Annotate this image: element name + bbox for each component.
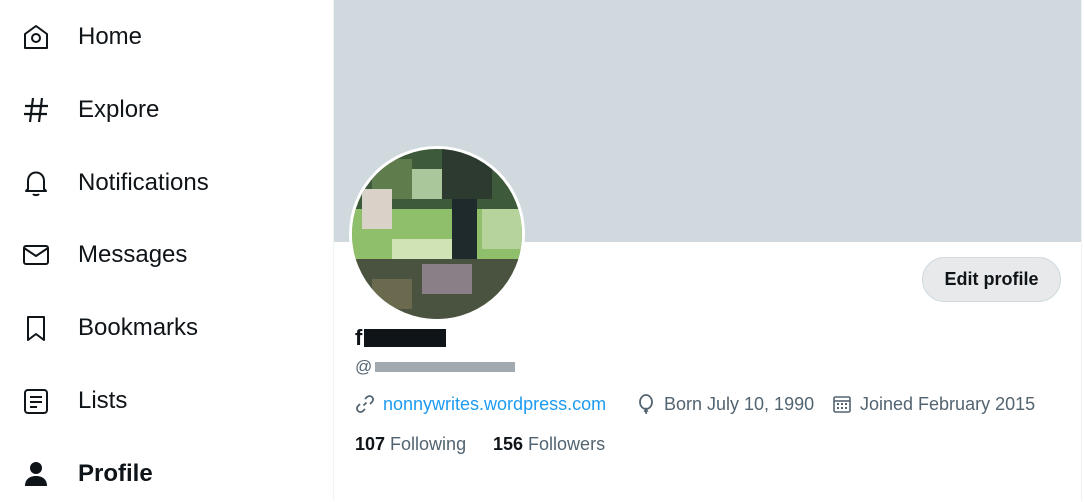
website-link[interactable]: nonnywrites.wordpress.com [383,394,606,415]
sidebar-item-bookmarks[interactable]: Bookmarks [0,300,300,356]
redacted-handle-block [375,362,516,372]
joined-text: Joined February 2015 [860,393,1036,414]
sidebar-item-home[interactable]: Home [0,9,300,65]
sidebar-item-label: Messages [78,241,188,268]
profile-joined: Joined February 2015 [832,391,1035,417]
sidebar-item-label: Explore [78,96,160,123]
profile-person-icon [20,458,52,490]
lists-icon [20,385,52,417]
sidebar-item-lists[interactable]: Lists [0,373,300,429]
display-name-text: f [355,325,363,350]
following-count: 107 [355,433,386,454]
sidebar-item-messages[interactable]: Messages [0,227,300,283]
followers-label: Followers [528,433,606,454]
birthday-text: Born July 10, 1990 [664,393,815,414]
profile-avatar[interactable] [349,146,525,322]
messages-envelope-icon [20,239,52,271]
followers-count: 156 [493,433,524,454]
followers-stat[interactable]: 156 Followers [493,432,605,456]
sidebar-nav: Home Explore Notifications Messages Book… [0,0,333,501]
calendar-icon [832,394,852,414]
sidebar-item-label: Profile [78,460,153,487]
sidebar-item-label: Lists [78,387,128,414]
following-stat[interactable]: 107 Following [355,432,466,456]
profile-website[interactable]: nonnywrites.wordpress.com [355,391,606,417]
sidebar-item-explore[interactable]: Explore [0,82,300,138]
profile-display-name: f [355,324,447,352]
column-divider [1081,0,1082,501]
redacted-name-block [364,329,447,347]
sidebar-item-label: Home [78,23,143,50]
profile-handle: @ [355,355,516,379]
sidebar-item-notifications[interactable]: Notifications [0,155,300,211]
profile-birthday: Born July 10, 1990 [636,391,814,417]
sidebar-item-profile[interactable]: Profile [0,446,300,502]
avatar-image [352,149,522,319]
explore-hashtag-icon [20,94,52,126]
following-label: Following [390,433,467,454]
handle-prefix: @ [355,357,373,376]
notifications-bell-icon [20,167,52,199]
home-icon [20,21,52,53]
link-icon [355,394,375,414]
birthday-balloon-icon [636,394,656,414]
sidebar-item-label: Bookmarks [78,314,199,341]
edit-profile-button[interactable]: Edit profile [922,257,1061,302]
sidebar-item-label: Notifications [78,169,209,196]
bookmark-icon [20,312,52,344]
